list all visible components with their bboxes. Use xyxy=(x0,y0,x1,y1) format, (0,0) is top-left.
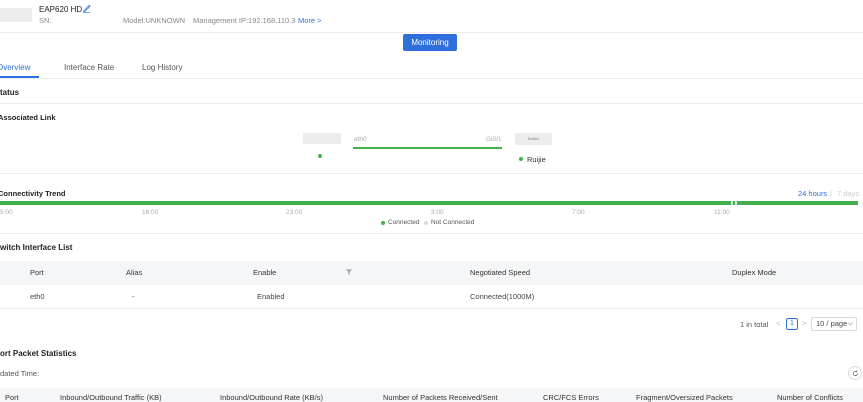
refresh-glyph xyxy=(853,370,858,376)
device-image xyxy=(0,8,32,22)
trend-tick: 23:00 xyxy=(286,209,303,216)
sn-label: SN: xyxy=(39,16,52,25)
column-port: Port xyxy=(30,268,44,277)
column-enable: Enable xyxy=(253,268,277,277)
switch-device-label: Switch xyxy=(527,136,540,141)
column-packets: Number of Packets Received/Sent xyxy=(383,393,498,402)
switch-port-label: Gi0/1 xyxy=(486,136,502,143)
edit-icon[interactable] xyxy=(82,4,91,13)
cell-enable: Enabled xyxy=(257,292,285,301)
column-crc-errors: CRC/FCS Errors xyxy=(543,393,599,402)
legend-not-connected-dot xyxy=(424,221,428,225)
legend-connected-dot xyxy=(381,221,385,225)
switch-device-image: Switch xyxy=(515,133,552,145)
legend-connected-label: Connected xyxy=(388,219,420,226)
page-size-value: 10 / page xyxy=(816,319,848,328)
cell-port: eth0 xyxy=(30,292,45,301)
column-conflicts: Number of Conflicts xyxy=(777,393,843,402)
trend-tick: 3:00 xyxy=(431,209,444,216)
filter-icon[interactable] xyxy=(345,268,353,276)
column-fragment: Fragment/Oversized Packets xyxy=(636,393,733,402)
column-rate: Inbound/Outbound Rate (KB/s) xyxy=(220,393,323,402)
tab-log-history[interactable]: Log History xyxy=(142,63,182,72)
pagination-current-page[interactable]: 1 xyxy=(786,318,798,330)
pagination-total: 1 in total xyxy=(740,320,769,329)
ap-device-image xyxy=(303,133,341,144)
ap-status-dot xyxy=(318,154,322,158)
trend-connected-bar xyxy=(737,201,858,205)
column-traffic: Inbound/Outbound Traffic (KB) xyxy=(60,393,162,402)
range-24-hours[interactable]: 24 hours xyxy=(798,189,827,198)
switch-status-dot xyxy=(519,157,523,161)
chevron-down-icon xyxy=(848,322,853,326)
associated-link-title: Associated Link xyxy=(0,113,56,122)
trend-tick: 5:00 xyxy=(0,209,13,216)
trend-tick: 11:00 xyxy=(714,209,730,216)
column-negotiated-speed: Negotiated Speed xyxy=(470,268,531,277)
link-divider xyxy=(0,173,863,174)
switch-name: Ruijie xyxy=(527,155,546,164)
management-ip: Management IP:192.168.110.3 xyxy=(193,16,296,25)
column-duplex-mode: Duplex Mode xyxy=(732,268,777,277)
updated-time-label: dated Time: xyxy=(0,369,40,378)
link-line xyxy=(353,147,502,149)
cell-alias: - xyxy=(132,292,135,301)
device-name: EAP620 HD xyxy=(39,5,83,14)
cell-negotiated-speed: Connected(1000M) xyxy=(470,292,535,301)
tab-interface-rate[interactable]: Interface Rate xyxy=(64,63,114,72)
tab-overview[interactable]: Overview xyxy=(0,63,30,72)
range-separator: | xyxy=(830,189,832,198)
pagination-prev-button[interactable]: < xyxy=(776,319,781,328)
port-packet-statistics-title: ort Packet Statistics xyxy=(0,349,77,358)
header-divider xyxy=(0,32,863,33)
trend-tick: 16:00 xyxy=(142,209,159,216)
column-alias: Alias xyxy=(126,268,143,277)
switch-interface-list-title: witch Interface List xyxy=(0,243,73,252)
status-title: tatus xyxy=(0,88,20,97)
status-divider xyxy=(0,103,863,104)
trend-tick: 7:00 xyxy=(572,209,585,216)
pagination-next-button[interactable]: > xyxy=(802,319,807,328)
ap-port-label: eth0 xyxy=(354,136,367,143)
trend-connected-bar xyxy=(0,201,731,205)
more-link[interactable]: More > xyxy=(298,16,322,25)
table-row-divider xyxy=(0,308,863,309)
monitoring-button[interactable]: Monitoring xyxy=(403,34,457,51)
tabs-divider xyxy=(0,78,863,79)
page-size-select[interactable]: 10 / page xyxy=(811,317,857,331)
trend-divider xyxy=(0,233,863,234)
connectivity-trend-title: Connectivity Trend xyxy=(0,189,66,198)
column-stats-port: Port xyxy=(5,393,19,402)
range-7-days[interactable]: 7 days xyxy=(837,189,859,198)
model-label: Model:UNKNOWN xyxy=(123,16,186,25)
legend-not-connected-label: Not Connected xyxy=(431,219,475,226)
refresh-icon[interactable] xyxy=(848,366,862,380)
